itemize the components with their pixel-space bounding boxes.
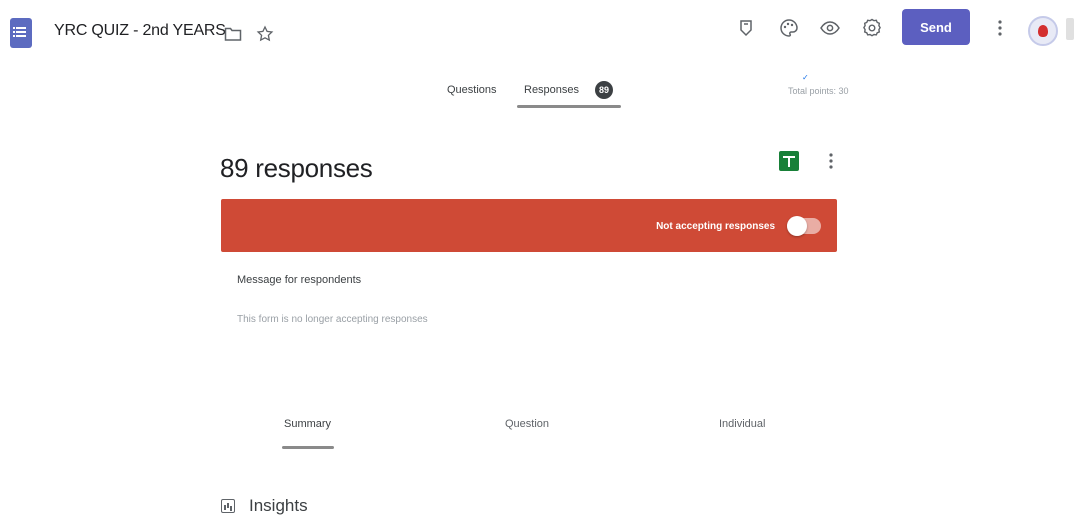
more-vert-icon[interactable] <box>825 150 837 172</box>
subtab-individual[interactable]: Individual <box>719 418 765 430</box>
saved-check-icon: ✓ <box>802 73 809 82</box>
active-subtab-indicator <box>282 446 334 449</box>
message-for-respondents-field[interactable]: This form is no longer accepting respons… <box>237 314 428 325</box>
gear-icon[interactable] <box>860 16 884 40</box>
accepting-responses-label: Not accepting responses <box>656 221 775 232</box>
responses-count-badge: 89 <box>595 81 613 99</box>
form-title[interactable]: YRC QUIZ - 2nd YEARS <box>54 22 226 40</box>
sheets-icon[interactable] <box>779 151 799 171</box>
palette-icon[interactable] <box>777 16 801 40</box>
subtab-summary[interactable]: Summary <box>284 418 331 430</box>
toggle-knob[interactable] <box>787 216 807 236</box>
insights-heading: Insights <box>249 496 308 515</box>
addon-icon[interactable] <box>734 16 758 40</box>
not-accepting-banner: Not accepting responses <box>221 199 837 252</box>
avatar[interactable] <box>1028 16 1058 46</box>
active-tab-indicator <box>517 105 621 108</box>
scrollbar-edge <box>1066 18 1074 40</box>
subtab-question[interactable]: Question <box>505 418 549 430</box>
send-button[interactable]: Send <box>902 9 970 45</box>
star-icon[interactable] <box>254 23 276 45</box>
top-bar: YRC QUIZ - 2nd YEARS Send <box>0 0 1078 68</box>
more-vert-icon[interactable] <box>990 16 1010 40</box>
insights-icon <box>221 499 235 513</box>
message-for-respondents-label: Message for respondents <box>237 274 362 286</box>
tab-questions[interactable]: Questions <box>447 84 497 96</box>
folder-icon[interactable] <box>222 23 244 45</box>
accepting-responses-toggle[interactable] <box>787 216 821 236</box>
total-points: Total points: 30 <box>788 86 849 96</box>
responses-count-heading: 89 responses <box>220 153 373 183</box>
tab-responses[interactable]: Responses <box>524 84 579 96</box>
eye-icon[interactable] <box>818 16 842 40</box>
forms-logo-icon[interactable] <box>10 18 32 48</box>
